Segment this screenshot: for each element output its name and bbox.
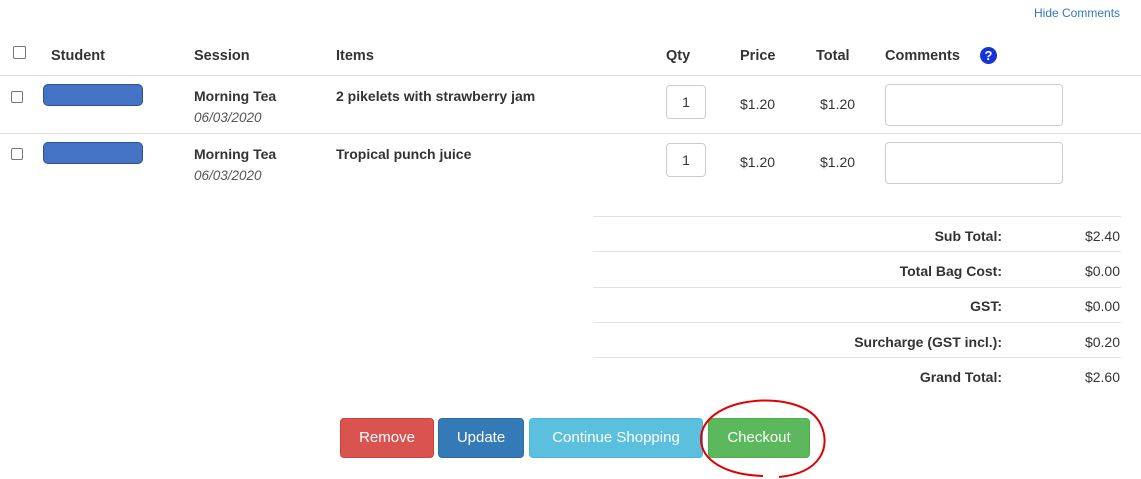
session-name: Morning Tea [194, 146, 277, 162]
column-header-student: Student [51, 48, 105, 64]
hide-comments-link[interactable]: Hide Comments [1034, 6, 1120, 20]
bag-cost-value: $0.00 [1084, 263, 1120, 279]
redacted-student-name [43, 142, 143, 164]
summary-divider [593, 322, 1121, 323]
grand-total-label: Grand Total: [919, 369, 1002, 385]
bag-cost-label: Total Bag Cost: [899, 263, 1002, 279]
gst-value: $0.00 [1084, 298, 1120, 314]
row-divider [0, 133, 1141, 134]
quantity-input[interactable] [666, 85, 706, 119]
header-divider [0, 75, 1141, 76]
continue-shopping-button[interactable]: Continue Shopping [529, 418, 703, 458]
item-price: $1.20 [740, 96, 776, 112]
grand-total-value: $2.60 [1084, 369, 1120, 385]
surcharge-label: Surcharge (GST incl.): [854, 334, 1002, 350]
comment-input[interactable] [885, 142, 1063, 184]
surcharge-value: $0.20 [1084, 334, 1120, 350]
session-name: Morning Tea [194, 88, 277, 104]
column-header-session: Session [194, 48, 250, 64]
comment-input[interactable] [885, 84, 1063, 126]
question-circle-icon[interactable]: ? [980, 47, 997, 64]
row-checkbox[interactable] [11, 148, 23, 160]
item-name: Tropical punch juice [336, 146, 472, 162]
column-header-price: Price [740, 48, 776, 64]
update-button[interactable]: Update [438, 418, 524, 458]
column-header-comments: Comments [885, 48, 960, 64]
session-date: 06/03/2020 [194, 168, 262, 183]
session-date: 06/03/2020 [194, 110, 262, 125]
redacted-student-name [43, 84, 143, 106]
column-header-total: Total [816, 48, 850, 64]
highlight-circle [699, 399, 826, 478]
item-total: $1.20 [820, 96, 856, 112]
item-price: $1.20 [740, 154, 776, 170]
column-header-items: Items [336, 48, 374, 64]
gst-label: GST: [970, 298, 1002, 314]
item-name: 2 pikelets with strawberry jam [336, 88, 536, 104]
summary-divider [593, 216, 1121, 217]
row-checkbox[interactable] [11, 91, 23, 103]
select-all-checkbox[interactable] [13, 46, 26, 59]
summary-divider [593, 357, 1121, 358]
quantity-input[interactable] [666, 143, 706, 177]
column-header-qty: Qty [666, 48, 691, 64]
summary-divider [593, 287, 1121, 288]
remove-button[interactable]: Remove [340, 418, 434, 458]
item-total: $1.20 [820, 154, 856, 170]
subtotal-value: $2.40 [1084, 228, 1120, 244]
summary-divider [593, 251, 1121, 252]
subtotal-label: Sub Total: [934, 228, 1002, 244]
